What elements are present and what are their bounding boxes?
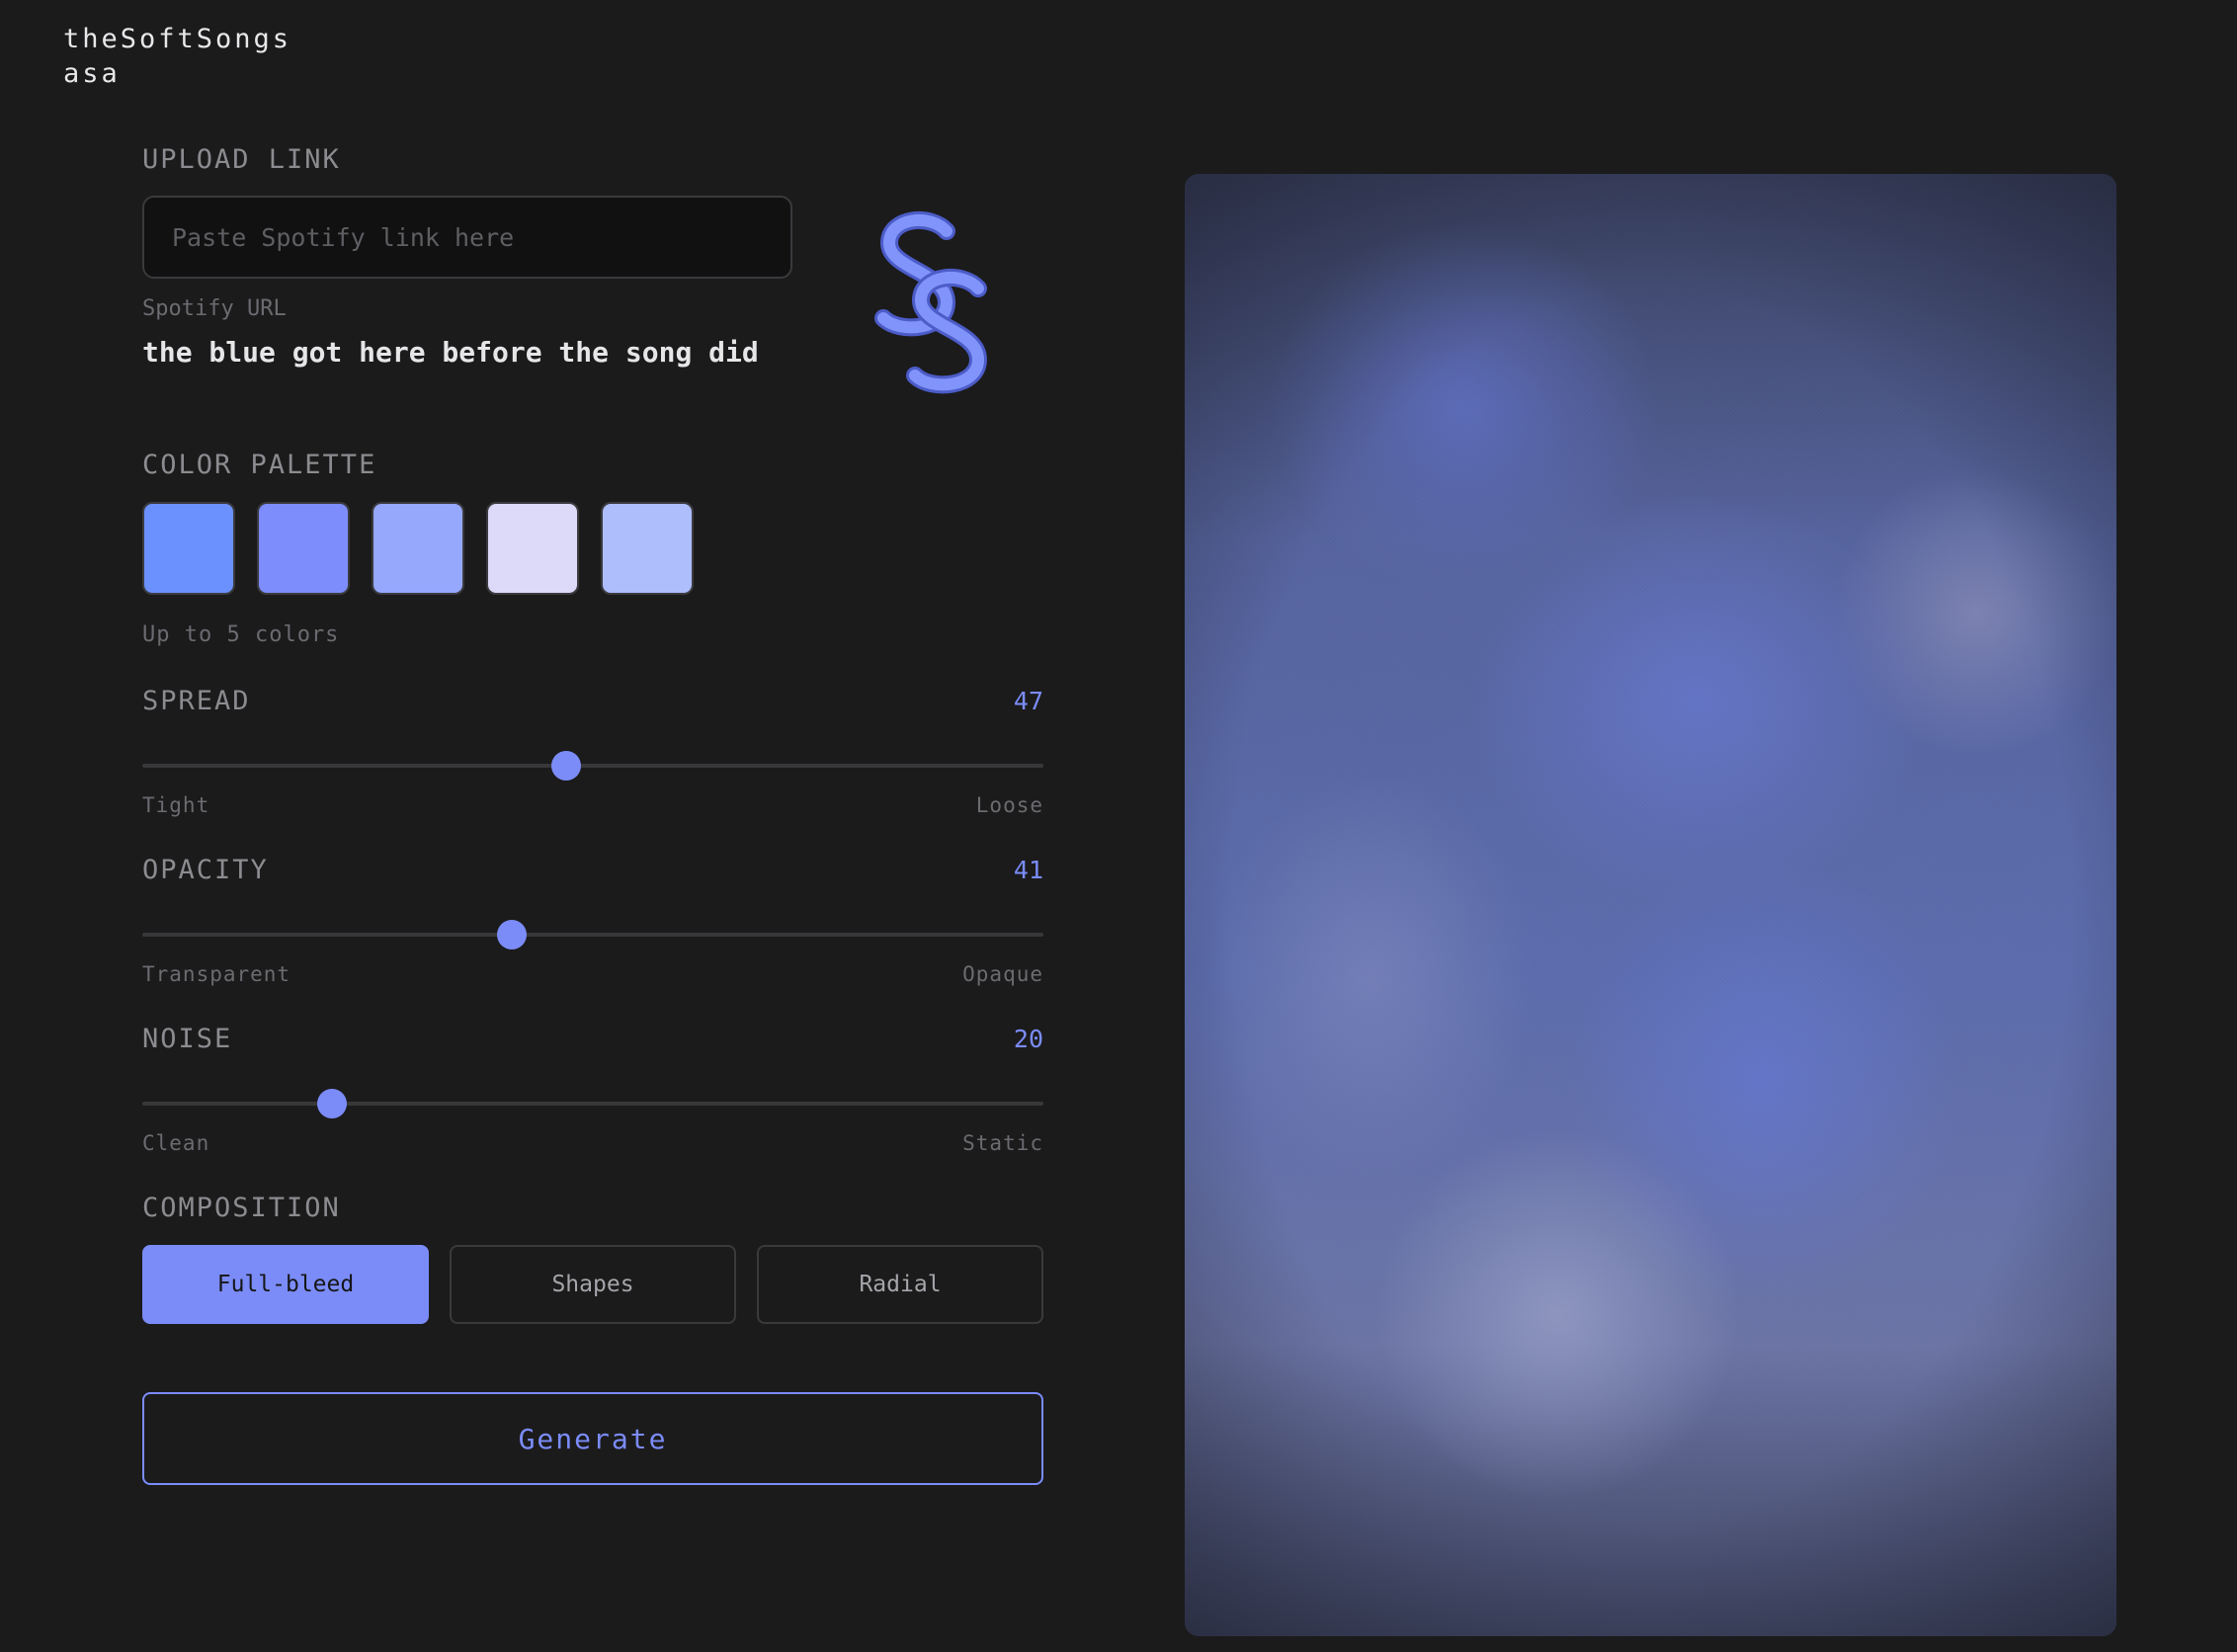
brand-logo: theSoftSongs asa (63, 22, 291, 91)
brand-name: theSoftSongs (63, 24, 292, 54)
color-swatch-3[interactable] (372, 502, 464, 595)
palette-caption: Up to 5 colors (142, 622, 340, 647)
noise-slider-thumb[interactable] (316, 1089, 347, 1118)
opacity-slider[interactable] (142, 920, 1043, 950)
composition-options: Full-bleed Shapes Radial (142, 1245, 1043, 1324)
opacity-slider-range: Transparent Opaque (142, 962, 1043, 986)
spotify-url-caption: Spotify URL (142, 296, 287, 321)
ss-monogram-icon (874, 210, 988, 394)
opacity-slider-header: OPACITY 41 (142, 855, 1043, 885)
spread-label: SPREAD (142, 686, 251, 716)
spread-slider[interactable] (142, 751, 1043, 781)
spotify-url-input[interactable] (142, 196, 792, 279)
generate-button[interactable]: Generate (142, 1392, 1043, 1485)
brand-subname: asa (63, 58, 121, 89)
composition-section-label: COMPOSITION (142, 1193, 341, 1223)
opacity-max-label: Opaque (962, 962, 1043, 986)
upload-section-label: UPLOAD LINK (142, 144, 341, 175)
preview-vignette (1185, 174, 2116, 1636)
color-swatch-1[interactable] (142, 502, 235, 595)
noise-slider[interactable] (142, 1089, 1043, 1118)
color-swatches (142, 502, 694, 595)
noise-slider-range: Clean Static (142, 1131, 1043, 1155)
composition-shapes-button[interactable]: Shapes (450, 1245, 736, 1324)
noise-slider-header: NOISE 20 (142, 1024, 1043, 1054)
spread-value: 47 (1013, 687, 1043, 715)
color-swatch-4[interactable] (486, 502, 579, 595)
palette-section-label: COLOR PALETTE (142, 450, 377, 480)
noise-label: NOISE (142, 1024, 233, 1054)
spread-max-label: Loose (975, 793, 1043, 817)
spread-slider-range: Tight Loose (142, 793, 1043, 817)
track-title: the blue got here before the song did (142, 336, 759, 369)
opacity-label: OPACITY (142, 855, 269, 885)
opacity-value: 41 (1013, 856, 1043, 884)
color-swatch-5[interactable] (601, 502, 694, 595)
noise-max-label: Static (962, 1131, 1043, 1155)
noise-min-label: Clean (142, 1131, 210, 1155)
spread-min-label: Tight (142, 793, 210, 817)
opacity-min-label: Transparent (142, 962, 291, 986)
opacity-slider-thumb[interactable] (496, 920, 527, 950)
spread-slider-header: SPREAD 47 (142, 686, 1043, 716)
artwork-preview (1185, 174, 2116, 1636)
composition-full-bleed-button[interactable]: Full-bleed (142, 1245, 429, 1324)
composition-radial-button[interactable]: Radial (757, 1245, 1043, 1324)
noise-value: 20 (1013, 1025, 1043, 1053)
spread-slider-thumb[interactable] (550, 751, 581, 781)
color-swatch-2[interactable] (257, 502, 350, 595)
